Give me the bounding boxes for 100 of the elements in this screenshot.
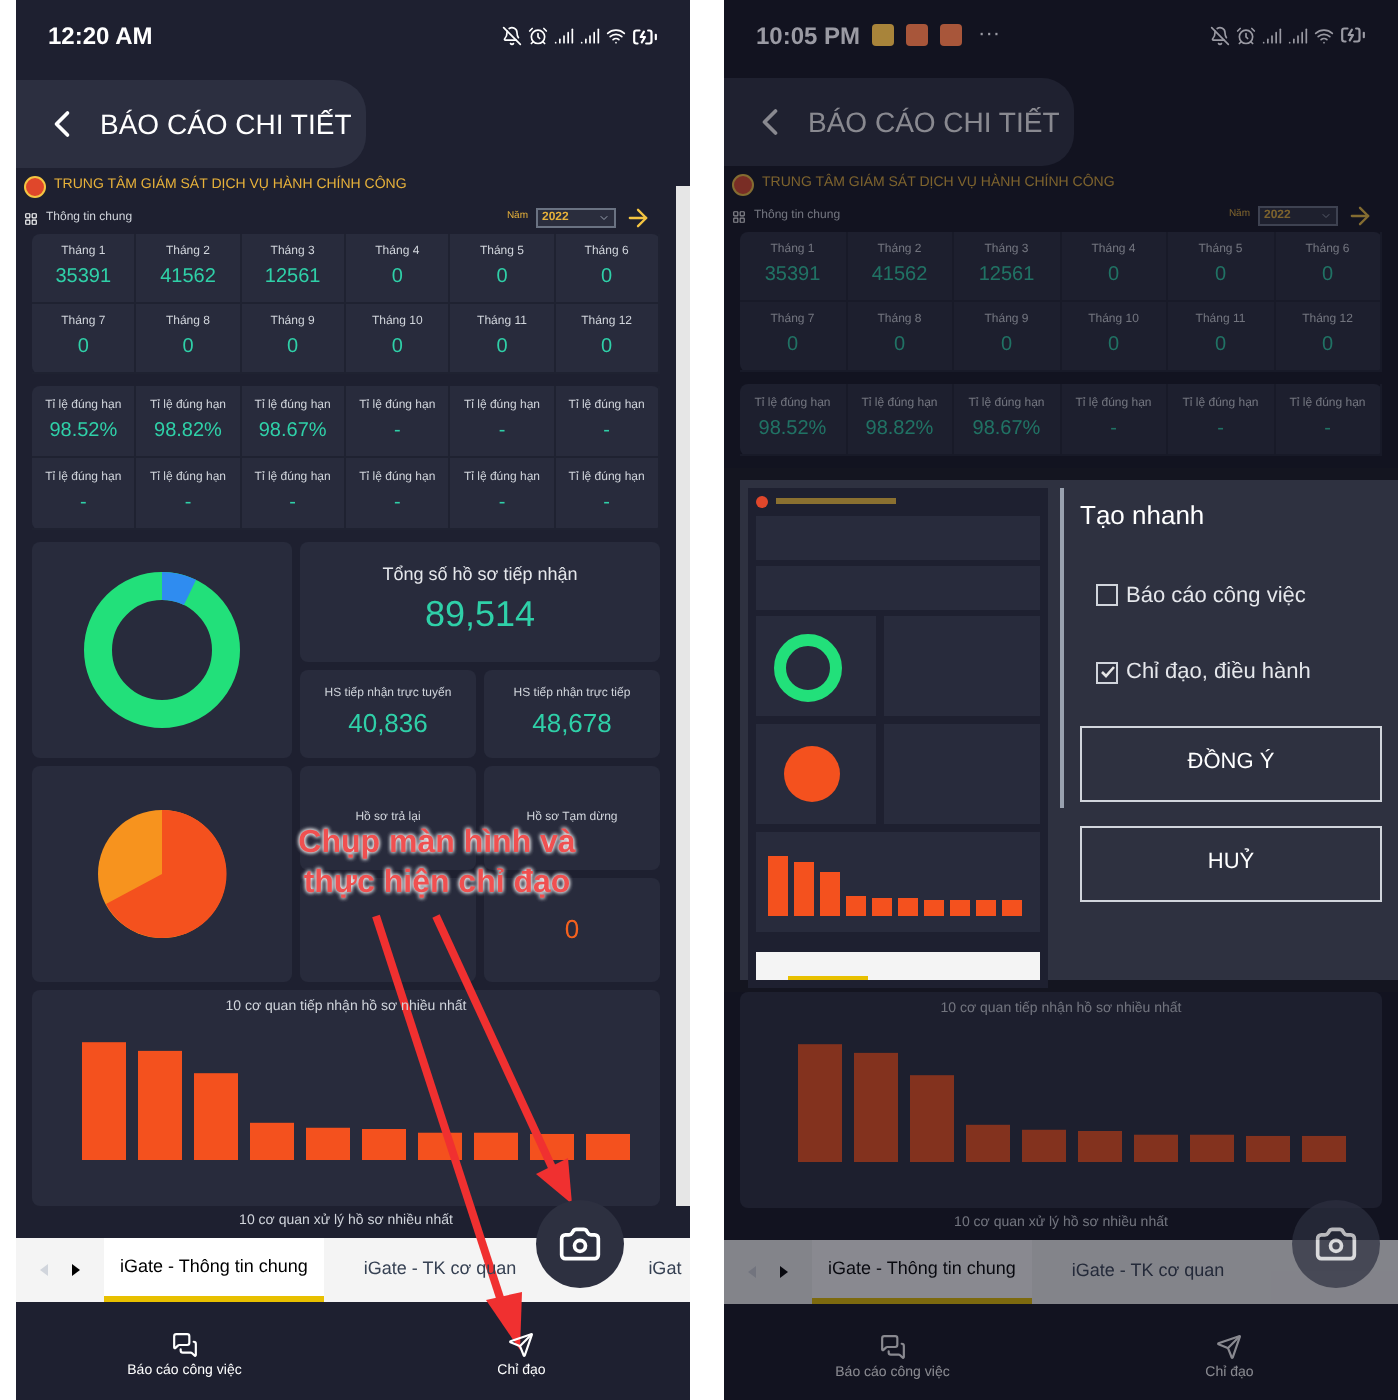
- report-tab[interactable]: iGate - TK cơ quan: [1055, 1240, 1241, 1304]
- signal-icon: [554, 26, 574, 46]
- wifi-icon: [1314, 25, 1334, 45]
- stat-value: 0: [391, 334, 403, 362]
- stat-value: 0: [564, 912, 580, 949]
- report-tab[interactable]: iGate - Thông tin chung: [812, 1240, 1032, 1304]
- signal-icon: [1262, 25, 1282, 45]
- chart-bar: [306, 1126, 350, 1159]
- signal-icon: [1288, 25, 1308, 45]
- stat-value: 0: [893, 332, 906, 360]
- send-icon: [1216, 1334, 1243, 1361]
- stat-value: 41562: [160, 264, 216, 292]
- send-icon: [508, 1332, 535, 1359]
- stat-value: 35391: [55, 264, 112, 292]
- chart-bar: [194, 1072, 238, 1159]
- stat-value: 0: [496, 264, 508, 292]
- camera-button[interactable]: [1292, 1200, 1380, 1288]
- chart-bar: [853, 1051, 897, 1161]
- status-time: 12:20 AM: [48, 20, 153, 54]
- chat-icon: [171, 1332, 198, 1359]
- checkbox[interactable]: [1096, 661, 1118, 684]
- caret-icon: [598, 212, 610, 224]
- chart-bar: [362, 1128, 406, 1159]
- stat-value: -: [498, 417, 506, 445]
- grid-icon: [732, 209, 746, 223]
- stat-value: -: [1110, 415, 1117, 443]
- annotation-text: Chụp màn hình và thực hiện chỉ đạo: [296, 824, 578, 904]
- grid-icon: [24, 211, 38, 225]
- dialog-button[interactable]: HUỶ: [1080, 825, 1382, 901]
- stat-value: 12561: [264, 264, 321, 292]
- chart-bar: [1245, 1134, 1289, 1161]
- chart-bar: [1021, 1128, 1065, 1161]
- stat-value: 0: [1107, 332, 1120, 360]
- stat-value: 0: [1214, 262, 1227, 290]
- chart-bar: [965, 1123, 1009, 1161]
- option-label: Chỉ đạo, điều hành: [1126, 658, 1311, 688]
- stat-value: 98.67%: [258, 417, 327, 445]
- stat-value: 48,678: [532, 705, 612, 742]
- stat-value: 12561: [978, 262, 1035, 290]
- stat-value: 0: [1214, 332, 1227, 360]
- stat-value: 0: [786, 332, 799, 360]
- stat-value: 0: [1321, 262, 1334, 290]
- stat-value: 0: [1000, 332, 1013, 360]
- stat-value: -: [289, 489, 296, 517]
- stat-value: -: [498, 489, 506, 517]
- chart-bar: [797, 1043, 841, 1161]
- checkbox[interactable]: [1096, 584, 1118, 607]
- battery-icon: [632, 23, 658, 49]
- alarm-icon: [528, 26, 548, 46]
- camera-icon: [558, 1222, 602, 1266]
- chart-bar: [909, 1074, 953, 1161]
- chat-icon: [879, 1334, 906, 1361]
- stat-value: 98.82%: [865, 415, 934, 443]
- stat-value: -: [393, 417, 401, 445]
- scroll-right-icon[interactable]: [72, 1264, 80, 1276]
- stat-value: 40,836: [348, 705, 428, 742]
- chart-bar: [1301, 1134, 1345, 1161]
- stat-value: 98.67%: [972, 415, 1041, 443]
- alarm-icon: [1236, 25, 1256, 45]
- emblem-icon: [24, 175, 46, 197]
- chart-bar: [138, 1049, 182, 1159]
- report-tab[interactable]: iGat: [632, 1238, 690, 1302]
- page-title: BÁO CÁO CHI TIẾT: [100, 105, 352, 143]
- stat-value: 98.52%: [758, 415, 827, 443]
- caret-icon: [1320, 210, 1332, 222]
- stat-value: 0: [182, 334, 194, 362]
- more-notifications: ···: [978, 20, 1001, 51]
- total-value: 89,514: [424, 592, 536, 639]
- chart-bar: [1189, 1133, 1233, 1161]
- stat-value: 41562: [871, 262, 928, 290]
- status-time: 10:05 PM: [756, 19, 861, 53]
- chart-bar: [474, 1131, 518, 1159]
- stat-value: 0: [391, 264, 403, 292]
- stat-value: -: [603, 489, 610, 517]
- chart-bar: [250, 1121, 294, 1159]
- check-icon: [1099, 664, 1115, 681]
- dialog-title: Tạo nhanh: [1080, 498, 1207, 534]
- option-label: Báo cáo công việc: [1126, 581, 1306, 611]
- stat-value: 0: [287, 334, 299, 362]
- dialog-button[interactable]: ĐỒNG Ý: [1080, 725, 1382, 801]
- pie-chart-drawing: [92, 804, 232, 944]
- mute-icon: [502, 26, 522, 46]
- page-title: BÁO CÁO CHI TIẾT: [808, 103, 1060, 141]
- signal-icon: [580, 26, 600, 46]
- stat-value: -: [603, 417, 610, 445]
- mute-icon: [1210, 25, 1230, 45]
- stat-value: -: [79, 489, 87, 517]
- stat-value: -: [1324, 415, 1331, 443]
- stat-value: 0: [1107, 262, 1120, 290]
- emblem-icon: [732, 173, 754, 195]
- report-tab[interactable]: iGate - Thông tin chung: [104, 1238, 324, 1302]
- chart-bar: [1077, 1130, 1121, 1161]
- chart-bar: [586, 1132, 630, 1159]
- stat-value: 0: [77, 334, 89, 362]
- stat-value: 0: [496, 334, 508, 362]
- stat-value: -: [393, 489, 401, 517]
- total-label: Tổng số hồ sơ tiếp nhận: [382, 561, 578, 588]
- chart-bar: [1133, 1133, 1177, 1161]
- stat-value: 0: [601, 334, 613, 362]
- camera-icon: [1314, 1222, 1358, 1266]
